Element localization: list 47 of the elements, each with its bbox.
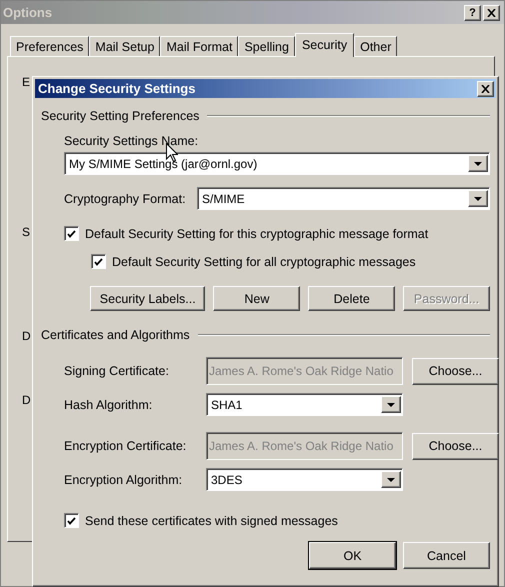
tab[interactable]: Other [354,36,398,56]
caret-icon [474,196,482,200]
field-label: Hash Algorithm: [64,398,154,412]
check-icon [67,516,76,524]
tab[interactable]: Mail Setup [89,36,160,56]
section-heading: Certificates and Algorithms [41,328,190,342]
field-label: Cryptography Format: [64,192,186,206]
hidden-label: S [22,225,30,239]
hidden-label: D [22,393,31,407]
check-icon [67,230,76,238]
close-icon [487,8,496,16]
checkbox[interactable] [64,226,79,241]
caret-icon [387,402,395,406]
dropdown[interactable]: S/MIME [197,187,490,210]
checkbox[interactable] [91,254,106,269]
ok-button[interactable]: OK [309,542,396,569]
checkbox[interactable] [64,513,79,528]
hidden-label: D [22,329,31,343]
hidden-label: E [22,75,30,89]
dialog-button[interactable]: Security Labels... [90,286,206,311]
checkbox-label: Send these certificates with signed messages [85,514,338,528]
tab[interactable]: Spelling [238,36,295,56]
field-label: Security Settings Name: [64,134,200,148]
section-heading: Security Setting Preferences [41,109,200,123]
help-button[interactable]: ? [464,4,481,20]
dropdown[interactable]: My S/MIME Settings (jar@ornl.gov) [64,152,490,175]
close-button[interactable] [483,4,500,20]
check-icon [94,258,103,266]
field-label: Signing Certificate: [64,364,170,378]
checkbox-label: Default Security Setting for this cryptographic message format [85,226,428,240]
close-icon [481,84,490,92]
dialog-title: Change Security Settings [38,81,196,96]
close-button[interactable] [477,80,494,96]
tab[interactable]: Preferences [10,36,90,56]
dropdown[interactable]: SHA1 [206,393,403,416]
tab[interactable]: Security [294,33,354,57]
dialog-button[interactable]: Delete [308,286,396,311]
dialog-button[interactable]: New [213,286,300,311]
cancel-button[interactable]: Cancel [403,542,490,569]
tab[interactable]: Mail Format [160,36,238,56]
dropdown[interactable]: 3DES [206,468,403,491]
window-title: Options [3,5,52,20]
caret-icon [474,162,482,166]
caret-icon [387,478,395,482]
field-label: Encryption Algorithm: [64,472,184,486]
field-label: Encryption Certificate: [64,439,188,453]
checkbox-label: Default Security Setting for all cryptographic messages [112,254,416,268]
